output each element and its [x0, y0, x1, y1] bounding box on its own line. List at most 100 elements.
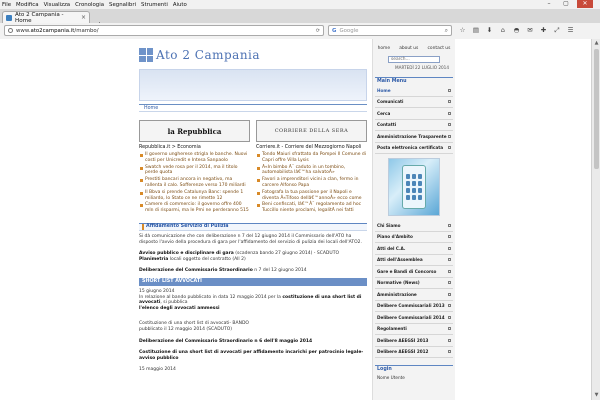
menu-strumenti[interactable]: Strumenti	[141, 2, 168, 8]
globe-icon	[8, 28, 13, 33]
sidebar-item-piano-ambito[interactable]: Piano d'Ambito	[375, 232, 453, 243]
sidebar-item-delibere-2014[interactable]: Delibere Commissariali 2014	[375, 312, 453, 324]
sidebar-item-delibere-2013[interactable]: Delibere Commissariali 2013	[375, 301, 453, 312]
list-link[interactable]: l'elenco degli avvocati ammessi	[139, 306, 367, 312]
menu-visualizza[interactable]: Visualizza	[44, 2, 71, 8]
square-icon	[448, 235, 451, 239]
sidebar-item-home[interactable]: Home	[375, 85, 453, 97]
corriere-logo[interactable]: CORRIERE DELLA SERA	[256, 120, 367, 142]
sidebar-item-amministrazione-trasparente[interactable]: Amministrazione Trasparente	[375, 131, 453, 143]
reload-icon[interactable]: ⟳	[316, 28, 320, 34]
sidebar-item-gare-bandi[interactable]: Gare e Bandi di Concorso	[375, 266, 453, 278]
clipboard-icon[interactable]: ▤	[470, 26, 483, 36]
square-icon	[448, 123, 451, 127]
minimize-button[interactable]: –	[543, 0, 555, 8]
link-about-us[interactable]: about us	[399, 46, 418, 51]
news-column-title[interactable]: Repubblica.it > Economia	[139, 145, 250, 150]
nav-home-link[interactable]: Home	[144, 106, 158, 111]
tab-ato2-home[interactable]: Ato 2 Campania - Home ×	[2, 11, 90, 24]
puzzle-icon[interactable]: ✚	[537, 26, 550, 36]
link-home[interactable]: home	[378, 46, 390, 51]
maximize-button[interactable]: ▢	[560, 0, 572, 8]
news-column-title[interactable]: Corriere.it - Corriere del Mezzogiorno N…	[256, 145, 367, 150]
sidebar-item-pec[interactable]: Posta elettronica certificata	[375, 143, 453, 154]
list-item[interactable]: Tondo Maiuri sfrattato da Pompei Il Comu…	[256, 152, 367, 164]
plan-link[interactable]: Planimetria locali oggetto del contratto…	[139, 257, 367, 263]
web-page: Ato 2 Campania Home la Repubblica Repubb…	[0, 39, 600, 400]
search-input[interactable]: Google	[339, 29, 358, 35]
menu-aiuto[interactable]: Aiuto	[173, 2, 187, 8]
google-icon: G	[332, 27, 337, 34]
menu-file[interactable]: File	[2, 2, 11, 8]
list-item[interactable]: Camere di commercio: il governo offre 40…	[139, 202, 250, 214]
scroll-down-icon[interactable]: ▼	[593, 392, 600, 399]
star-icon[interactable]: ☆	[456, 26, 469, 36]
pocket-icon[interactable]: ◓	[510, 26, 523, 36]
site-logo[interactable]: Ato 2 Campania	[139, 43, 367, 67]
menu-cronologia[interactable]: Cronologia	[75, 2, 104, 8]
fullscreen-icon[interactable]: ⤢	[551, 26, 564, 36]
sidebar-item-regolamenti[interactable]: Regolamenti	[375, 324, 453, 335]
login-heading: Login	[375, 365, 453, 373]
square-icon	[448, 269, 451, 273]
tab-title: Ato 2 Campania - Home	[15, 11, 64, 24]
section-text: In relazione al bando pubblicato in data…	[139, 294, 362, 306]
list-item[interactable]: Il Bbva si prende Catalunya Banc: spende…	[139, 190, 250, 202]
toolbar-icons: ☆ ▤ ⬇ ⌂ ◓ ✉ ✚ ⤢ ☰	[456, 26, 578, 36]
breadcrumb: Home	[139, 104, 367, 112]
sidebar-item-atti-ca[interactable]: Atti del C.A.	[375, 243, 453, 255]
home-icon[interactable]: ⌂	[497, 26, 510, 36]
url-bar[interactable]: www.ato2campania.it/mambo/ ⟳	[4, 25, 324, 36]
download-icon[interactable]: ⬇	[483, 26, 496, 36]
list-item[interactable]: Fotografa la tua passione per il Napoli …	[256, 190, 367, 202]
list-item[interactable]: Beni confiscati, lâ€™Â¨ regolamento ad h…	[256, 202, 367, 214]
menu-icon[interactable]: ☰	[564, 26, 577, 36]
sidebar-item-normative[interactable]: Normative (News)	[375, 278, 453, 289]
repubblica-logo[interactable]: la Repubblica	[139, 120, 250, 142]
sidebar-top-links: home about us contact us	[373, 39, 455, 51]
square-icon	[448, 134, 451, 138]
tab-close-icon[interactable]: ×	[81, 14, 86, 21]
search-bar[interactable]: G Google ⌕	[328, 25, 452, 36]
avviso-link[interactable]: Costituzione di una short list di avvoca…	[139, 350, 367, 361]
close-window-button[interactable]: ✕	[577, 0, 593, 8]
sidebar-item-amministrazione[interactable]: Amministrazione	[375, 289, 453, 301]
list-item[interactable]: Swatch vede rosa per il 2014, ma il tito…	[139, 165, 250, 177]
square-icon	[448, 281, 451, 285]
pec-promo-image[interactable]	[388, 158, 440, 216]
list-item[interactable]: Favori a imprenditori vicini a clan, fer…	[256, 177, 367, 189]
sidebar-item-aeegsi-2013[interactable]: Delibere AEEGSI 2013	[375, 335, 453, 347]
site-search-input[interactable]: search...	[388, 56, 440, 63]
square-icon	[448, 111, 451, 115]
current-date: MARTEDÌ 22 LUGLIO 2014	[394, 65, 449, 70]
chat-icon[interactable]: ✉	[524, 26, 537, 36]
scroll-up-icon[interactable]: ▲	[593, 40, 600, 47]
magnifier-icon[interactable]: ⌕	[445, 27, 448, 35]
list-item[interactable]: Il governo ungherese strigla le banche. …	[139, 152, 250, 164]
nav-toolbar: www.ato2campania.it/mambo/ ⟳ G Google ⌕ …	[0, 23, 600, 39]
section-heading-pulizia: Affidamento Servizio di Pulizia	[139, 222, 367, 231]
sidebar-item-atti-assemblea[interactable]: Atti dell'Assemblea	[375, 255, 453, 266]
sidebar-item-aeegsi-2012[interactable]: Delibere AEEGSI 2012	[375, 347, 453, 358]
scroll-thumb[interactable]	[594, 49, 599, 169]
sidebar-item-cerca[interactable]: Cerca	[375, 108, 453, 120]
delib-link[interactable]: Deliberazione del Commissario Straordina…	[139, 268, 367, 274]
list-item[interactable]: Prestiti bancari ancora in negativo, ma …	[139, 177, 250, 189]
bando-date: pubblicato il 12 maggio 2014 (SCADUTO)	[139, 326, 232, 332]
link-contact-us[interactable]: contact us	[427, 46, 450, 51]
sidebar-item-chi-siamo[interactable]: Chi Siamo	[375, 220, 453, 232]
menu-segnalibri[interactable]: Segnalibri	[109, 2, 136, 8]
square-icon	[448, 246, 451, 250]
window-controls: – ▢ ✕	[543, 0, 598, 9]
sidebar-item-contatti[interactable]: Contatti	[375, 120, 453, 131]
square-icon	[448, 292, 451, 296]
vertical-scrollbar[interactable]: ▲ ▼	[591, 39, 600, 400]
delib-link[interactable]: Deliberazione del Commissario Straordina…	[139, 339, 367, 345]
square-icon	[448, 223, 451, 227]
menu-modifica[interactable]: Modifica	[16, 2, 39, 8]
news-columns: la Repubblica Repubblica.it > Economia I…	[139, 120, 367, 215]
square-icon	[448, 88, 451, 92]
sidebar-item-comunicati[interactable]: Comunicati	[375, 97, 453, 108]
sidebar: home about us contact us search... MARTE…	[372, 39, 455, 400]
list-item[interactable]: Ã«In bimbo Ã¨ caduto in un tombino, auto…	[256, 165, 367, 177]
